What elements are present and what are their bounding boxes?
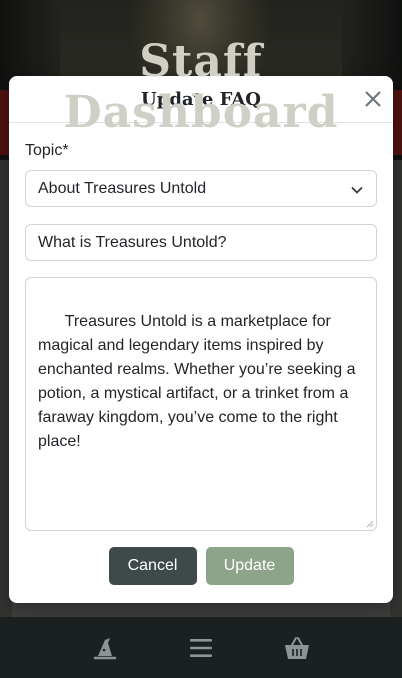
answer-textarea[interactable]: Treasures Untold is a marketplace for ma… — [25, 277, 377, 531]
question-input[interactable]: What is Treasures Untold? — [25, 224, 377, 261]
topic-label: Topic* — [25, 142, 69, 159]
question-input-value: What is Treasures Untold? — [38, 233, 227, 251]
topic-select-value: About Treasures Untold — [38, 179, 207, 197]
update-faq-modal: Update FAQ Topic* About Treasures Untold… — [9, 76, 393, 603]
page-title: Staff Dashboard — [63, 36, 339, 138]
nav-item-menu[interactable] — [179, 626, 223, 670]
nav-item-basket[interactable] — [275, 626, 319, 670]
topic-select[interactable]: About Treasures Untold — [25, 170, 377, 207]
modal-body: Topic* About Treasures Untold What is Tr… — [9, 142, 393, 585]
basket-icon — [285, 636, 309, 659]
nav-item-wizard[interactable] — [83, 626, 127, 670]
modal-actions: Cancel Update — [25, 547, 377, 585]
update-button[interactable]: Update — [205, 547, 294, 585]
answer-textarea-value: Treasures Untold is a marketplace for ma… — [38, 313, 360, 450]
resize-handle-icon[interactable] — [366, 520, 374, 528]
bottom-nav — [0, 617, 402, 678]
wizard-hat-icon — [93, 637, 117, 659]
menu-icon — [190, 638, 212, 657]
chevron-down-icon — [351, 186, 363, 194]
cancel-button[interactable]: Cancel — [108, 547, 197, 585]
